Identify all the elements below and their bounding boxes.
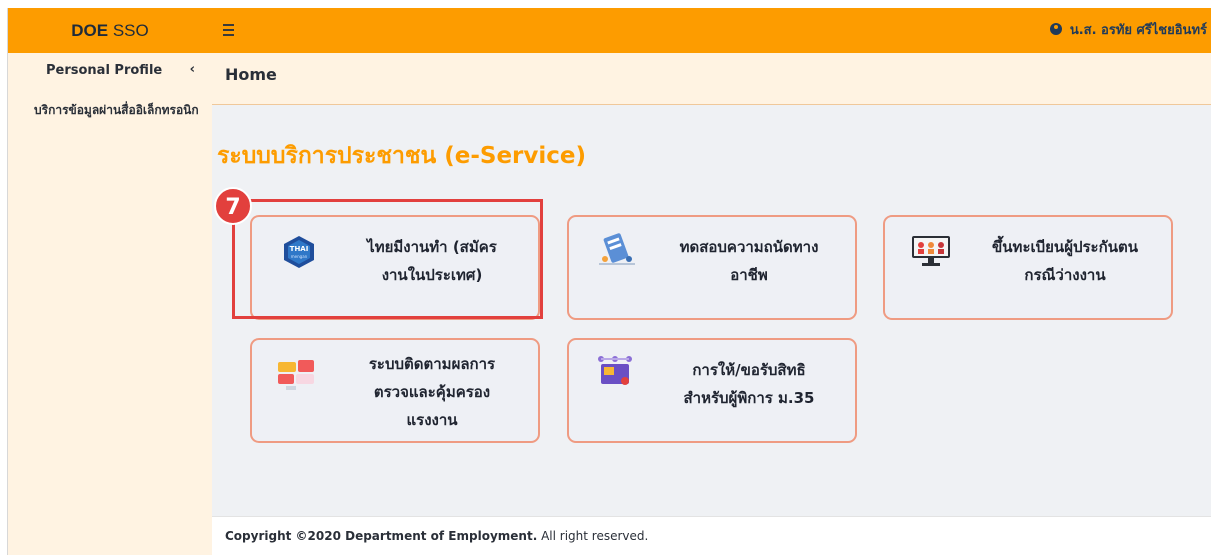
card-unemployment-registration[interactable]: ขึ้นทะเบียนผู้ประกันตน กรณีว่างงาน [883, 215, 1173, 320]
user-menu[interactable]: น.ส. อรทัย ศรีไชยอินทร์ [1050, 8, 1207, 53]
copyright-bold: Copyright ©2020 Department of Employment… [225, 529, 538, 543]
card-label: การให้/ขอรับสิทธิ สำหรับผู้พิการ ม.35 [683, 361, 815, 407]
brand-bold: DOE [71, 21, 109, 40]
sidebar: Personal Profile ‹ บริการข้อมูลผ่านสื่ออ… [8, 53, 212, 555]
page-title: Home [225, 65, 277, 84]
card-labor-inspection[interactable]: ระบบติดตามผลการ ตรวจและคุ้มครอง แรงงาน [250, 338, 540, 443]
sidebar-item-label: Personal Profile [46, 63, 163, 78]
card-label: ขึ้นทะเบียนผู้ประกันตน กรณีว่างงาน [992, 238, 1138, 284]
content-header: Home [212, 53, 1211, 105]
sidebar-item-personal-profile[interactable]: Personal Profile ‹ [8, 62, 212, 78]
copyright-text: Copyright ©2020 Department of Employment… [225, 529, 648, 543]
chevron-left-icon: ‹ [189, 62, 195, 77]
step-badge: 7 [214, 187, 252, 225]
card-label: ระบบติดตามผลการ ตรวจและคุ้มครอง แรงงาน [368, 355, 496, 429]
user-name: น.ส. อรทัย ศรีไชยอินทร์ [1069, 23, 1207, 38]
footer: Copyright ©2020 Department of Employment… [212, 516, 1211, 555]
section-title: ระบบบริการประชาชน (e-Service) [217, 143, 587, 169]
menu-toggle-icon[interactable] [223, 20, 239, 40]
card-aptitude-test[interactable]: ทดสอบความถนัดทาง อาชีพ [567, 215, 857, 320]
copyright-rest: All right reserved. [537, 529, 649, 543]
user-circle-icon [1050, 23, 1063, 35]
brand-logo[interactable]: DOE SSO [8, 8, 212, 53]
brand-light: SSO [112, 21, 149, 40]
sidebar-item-e-service[interactable]: บริการข้อมูลผ่านสื่ออิเล็กทรอนิก [8, 101, 212, 120]
top-navbar: DOE SSO น.ส. อรทัย ศรีไชยอินทร์ [8, 8, 1211, 53]
card-disability-rights[interactable]: การให้/ขอรับสิทธิ สำหรับผู้พิการ ม.35 [567, 338, 857, 443]
highlight-frame [232, 199, 543, 319]
card-label: ทดสอบความถนัดทาง อาชีพ [679, 238, 819, 284]
sidebar-item-label: บริการข้อมูลผ่านสื่ออิเล็กทรอนิก [34, 103, 199, 117]
